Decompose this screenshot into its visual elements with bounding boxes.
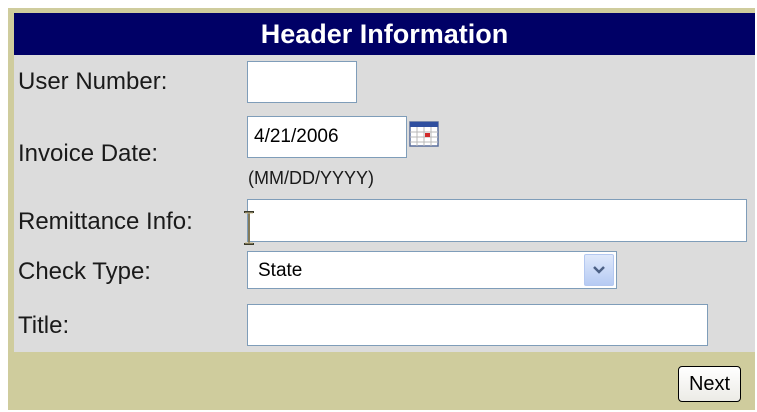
form-footer: [14, 352, 755, 410]
chevron-down-icon: [593, 266, 605, 274]
calendar-icon[interactable]: [409, 121, 439, 147]
section-header-title: Header Information: [260, 19, 509, 49]
check-type-label: Check Type:: [18, 258, 151, 285]
invoice-date-input[interactable]: [247, 116, 407, 158]
date-format-hint: (MM/DD/YYYY): [248, 168, 374, 188]
remittance-info-input[interactable]: [247, 199, 747, 242]
invoice-date-label: Invoice Date:: [18, 140, 159, 167]
check-type-selected-value: State: [258, 260, 303, 281]
remittance-info-label: Remittance Info:: [18, 208, 193, 235]
user-number-label: User Number:: [18, 68, 168, 95]
dropdown-button[interactable]: [584, 254, 614, 286]
next-button[interactable]: Next: [678, 366, 741, 402]
text-cursor-icon: [244, 211, 254, 245]
user-number-input[interactable]: [247, 61, 357, 103]
page-frame: Header Information User Number: Invoice …: [0, 0, 757, 412]
title-input[interactable]: [247, 304, 708, 346]
section-header: Header Information: [14, 13, 755, 55]
check-type-select[interactable]: State: [247, 251, 617, 289]
title-label: Title:: [18, 312, 70, 339]
